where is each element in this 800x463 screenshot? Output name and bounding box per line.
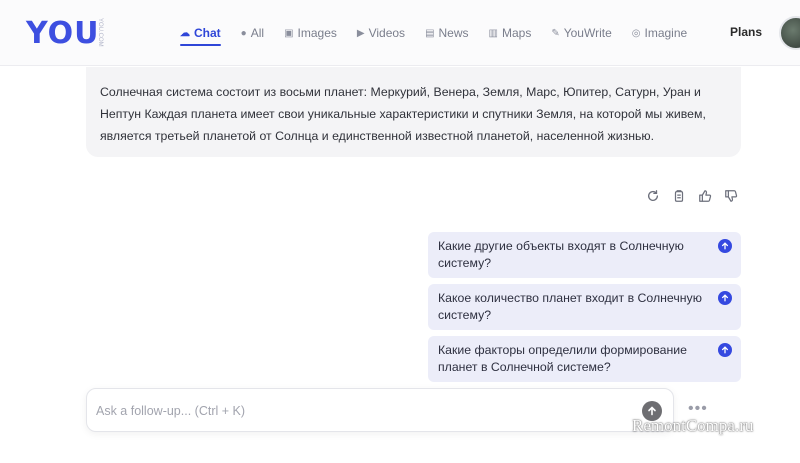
tab-youwrite[interactable]: ✎ YouWrite bbox=[551, 0, 611, 66]
play-circle-icon: ▶ bbox=[356, 27, 365, 39]
thumbs-down-icon bbox=[725, 190, 738, 202]
watermark: RemontCompa.ru bbox=[632, 416, 754, 435]
answer-text: Солнечная система состоит из восьми план… bbox=[100, 85, 706, 143]
tab-imagine[interactable]: ◎ Imagine bbox=[632, 0, 687, 66]
suggestion-item[interactable]: Какие факторы определили формирование пл… bbox=[428, 336, 741, 382]
top-bar: YOU YOU.COM ☁ Chat ● All ▣ Images ▶ Vide… bbox=[0, 0, 800, 66]
tab-all[interactable]: ● All bbox=[241, 0, 264, 66]
follow-up-input[interactable] bbox=[96, 401, 626, 421]
tab-label: Maps bbox=[501, 26, 532, 40]
tab-images[interactable]: ▣ Images bbox=[284, 0, 337, 66]
image-icon: ▣ bbox=[284, 27, 294, 39]
search-type-nav: ☁ Chat ● All ▣ Images ▶ Videos ▤ News ▥ … bbox=[180, 0, 707, 66]
thumbs-up-icon bbox=[699, 190, 712, 202]
answer-card: Солнечная система состоит из восьми план… bbox=[86, 67, 741, 157]
like-button[interactable] bbox=[692, 186, 718, 206]
tab-maps[interactable]: ▥ Maps bbox=[489, 0, 532, 66]
palette-icon: ◎ bbox=[631, 27, 641, 39]
answer-actions bbox=[640, 186, 744, 206]
newspaper-icon: ▤ bbox=[425, 27, 435, 39]
you-logo[interactable]: YOU bbox=[26, 16, 100, 51]
tab-label: Videos bbox=[368, 26, 406, 40]
search-circle-icon: ● bbox=[240, 27, 247, 39]
tab-label: Imagine bbox=[644, 26, 688, 40]
arrow-up-icon bbox=[718, 291, 732, 305]
plans-link[interactable]: Plans bbox=[730, 25, 762, 39]
tab-chat[interactable]: ☁ Chat bbox=[180, 0, 221, 66]
copy-button[interactable] bbox=[666, 186, 692, 206]
suggestion-text: Какие факторы определили формирование пл… bbox=[438, 343, 687, 374]
suggestion-item[interactable]: Какие другие объекты входят в Солнечную … bbox=[428, 232, 741, 278]
follow-up-box bbox=[86, 388, 674, 432]
refresh-icon bbox=[647, 190, 659, 201]
tab-videos[interactable]: ▶ Videos bbox=[357, 0, 405, 66]
tab-news[interactable]: ▤ News bbox=[425, 0, 468, 66]
arrow-up-icon bbox=[718, 239, 732, 253]
arrow-up-icon bbox=[648, 406, 656, 416]
pencil-icon: ✎ bbox=[551, 27, 560, 39]
suggestion-text: Какие другие объекты входят в Солнечную … bbox=[438, 239, 684, 270]
tab-label: All bbox=[250, 26, 265, 40]
copy-icon bbox=[674, 190, 684, 202]
map-icon: ▥ bbox=[488, 27, 498, 39]
logo-superscript: YOU.COM bbox=[97, 18, 103, 47]
tab-label: Chat bbox=[194, 26, 221, 40]
suggestion-text: Какое количество планет входит в Солнечн… bbox=[438, 291, 702, 322]
tab-label: YouWrite bbox=[563, 26, 612, 40]
dislike-button[interactable] bbox=[718, 186, 744, 206]
regenerate-button[interactable] bbox=[640, 186, 666, 206]
chat-bubble-icon: ☁ bbox=[180, 27, 190, 39]
arrow-up-icon bbox=[718, 343, 732, 357]
avatar[interactable] bbox=[779, 16, 800, 50]
tab-label: Images bbox=[297, 26, 337, 40]
tab-label: News bbox=[438, 26, 469, 40]
suggestion-item[interactable]: Какое количество планет входит в Солнечн… bbox=[428, 284, 741, 330]
